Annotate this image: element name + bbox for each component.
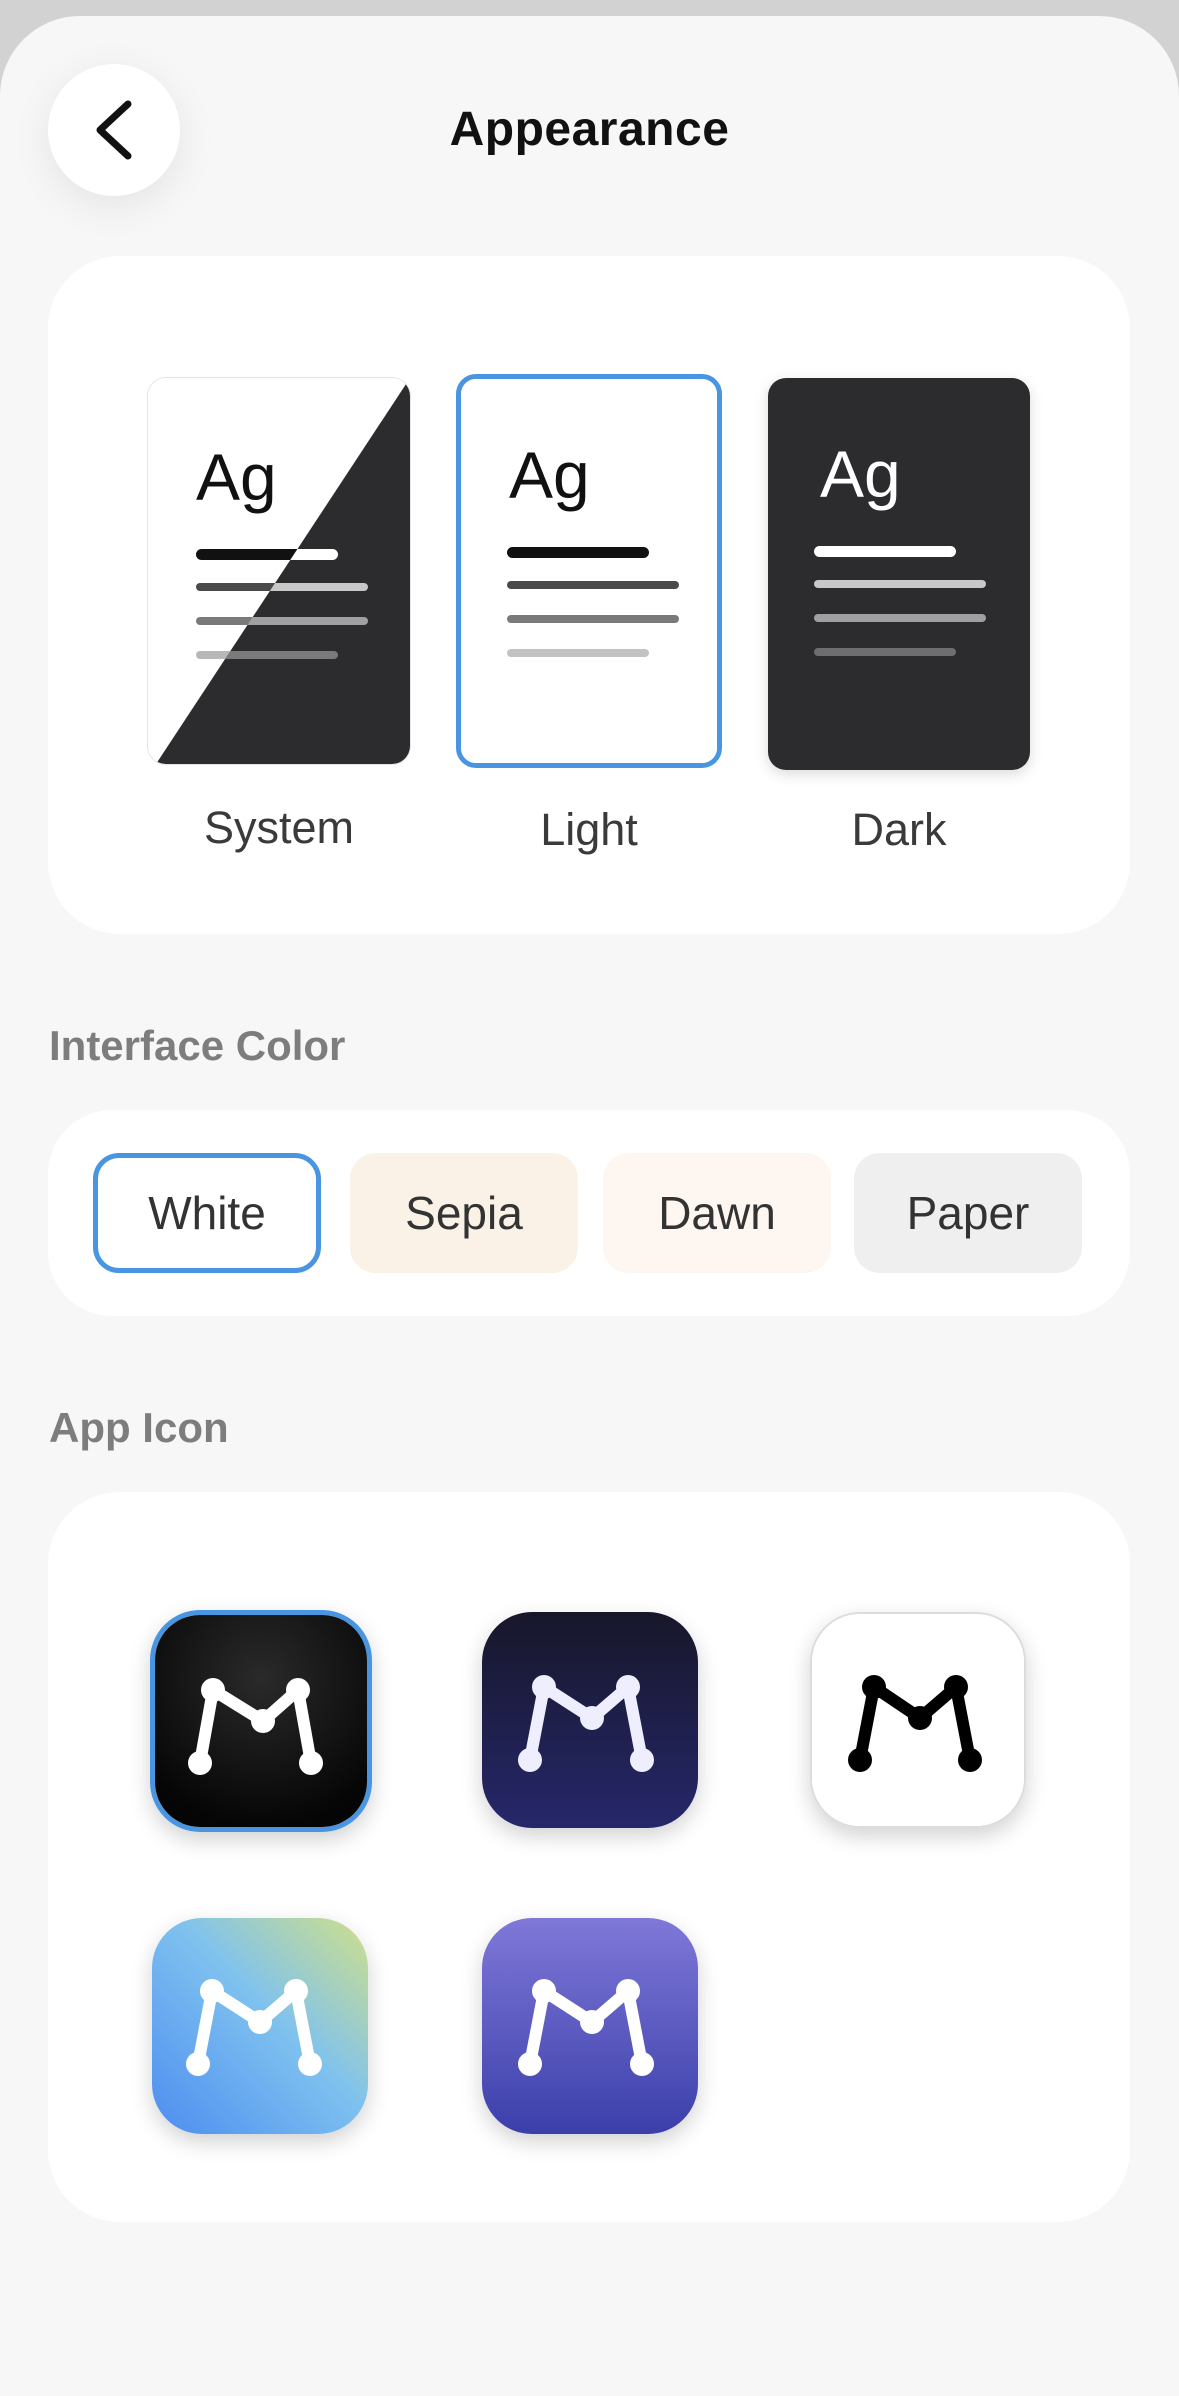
mode-label-dark: Dark bbox=[851, 804, 947, 855]
app-icon-white[interactable] bbox=[810, 1612, 1026, 1828]
color-chip-paper[interactable]: Paper bbox=[854, 1153, 1082, 1273]
mode-label-system: System bbox=[203, 802, 355, 853]
app-icon-gradient[interactable] bbox=[152, 1918, 368, 2134]
svg-text:Ag: Ag bbox=[509, 438, 590, 512]
svg-text:Ag: Ag bbox=[196, 440, 277, 514]
app-icon-midnight[interactable] bbox=[482, 1612, 698, 1828]
appearance-mode-card: Ag Ag System bbox=[48, 256, 1130, 934]
appearance-sheet: Appearance Ag System Ag Light Ag Dark In… bbox=[0, 16, 1179, 2396]
app-icon-card bbox=[48, 1492, 1130, 2222]
svg-text:Ag: Ag bbox=[820, 437, 901, 511]
page-title: Appearance bbox=[449, 103, 730, 156]
interface-color-heading: Interface Color bbox=[49, 1022, 346, 1069]
system-mode-thumbnail: Ag Ag bbox=[148, 378, 410, 764]
color-chip-white[interactable]: White bbox=[93, 1153, 321, 1273]
app-icon-indigo[interactable] bbox=[482, 1918, 698, 2134]
interface-color-card: White Sepia Dawn Paper bbox=[48, 1110, 1130, 1316]
color-chip-dawn[interactable]: Dawn bbox=[603, 1153, 831, 1273]
mode-label-light: Light bbox=[540, 804, 638, 855]
dark-mode-thumbnail: Ag bbox=[768, 378, 1030, 770]
light-mode-thumbnail: Ag bbox=[456, 374, 722, 768]
app-icon-heading: App Icon bbox=[49, 1404, 229, 1451]
app-icon-black[interactable] bbox=[150, 1610, 372, 1832]
color-chip-sepia[interactable]: Sepia bbox=[350, 1153, 578, 1273]
